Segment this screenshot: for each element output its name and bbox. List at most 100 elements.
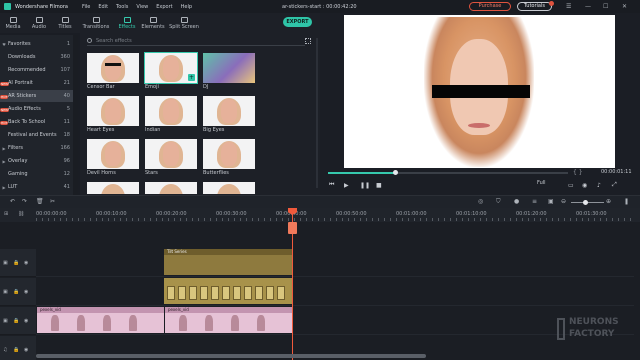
menu-file[interactable]: File xyxy=(82,4,90,10)
search-input[interactable]: Search effects xyxy=(87,36,305,46)
minimize-icon[interactable]: — xyxy=(585,3,591,10)
tab-titles[interactable]: Titles xyxy=(52,13,78,33)
lock-icon[interactable]: 🔒 xyxy=(13,289,19,295)
mark-in-out-icon[interactable]: { } xyxy=(573,169,583,176)
tab-elements[interactable]: Elements xyxy=(140,13,166,33)
menu-help[interactable]: Help xyxy=(181,4,192,10)
effect-thumb-indian[interactable] xyxy=(145,96,197,126)
sidebar-collapse-handle[interactable] xyxy=(73,35,78,195)
sidebar-item-label: Back To School xyxy=(8,119,46,125)
sidebar-item-ai-portrait[interactable]: NEW AI Portrait 21 xyxy=(0,77,73,89)
stop-icon[interactable]: ■ xyxy=(376,182,382,189)
sidebar-item-label: Audio Effects xyxy=(8,106,41,112)
expand-icon[interactable]: ⤢ xyxy=(612,181,617,189)
play-icon[interactable]: ▶ xyxy=(344,182,349,189)
preview-panel: { } 00:00:01:11 ⏮ ▶ ❚❚ ■ ▭ ◉ ♪ ⤢ Full xyxy=(320,13,640,195)
effect-thumb-stars[interactable] xyxy=(145,139,197,169)
zoom-slider-knob[interactable] xyxy=(583,200,588,205)
sidebar-item-festival-events[interactable]: Festival and Events 18 xyxy=(0,129,73,141)
effects-panel: Search effects Censor Bar + Emoji DJ Hea… xyxy=(80,33,320,195)
eye-icon[interactable]: ◉ xyxy=(24,289,28,295)
tab-audio[interactable]: Audio xyxy=(26,13,52,33)
quality-select[interactable]: Full xyxy=(537,180,546,186)
export-button[interactable]: EXPORT xyxy=(283,17,312,27)
track-lane[interactable] xyxy=(36,278,634,306)
tab-split-screen[interactable]: Split Screen xyxy=(166,13,202,33)
menu-icon[interactable]: ☰ xyxy=(566,3,571,10)
effect-clip[interactable] xyxy=(164,278,293,304)
volume-icon[interactable]: ♪ xyxy=(597,182,601,189)
render-icon[interactable]: ◎ xyxy=(478,198,483,205)
eye-icon[interactable]: ◉ xyxy=(24,260,28,266)
effect-segment xyxy=(244,286,252,300)
menu-tools[interactable]: Tools xyxy=(116,4,128,10)
mute-icon[interactable]: ◉ xyxy=(24,347,28,353)
sidebar-item-overlay[interactable]: ▶ Overlay 96 xyxy=(0,155,73,167)
sidebar-item-favorites[interactable]: ♥ Favorites 1 xyxy=(0,38,73,50)
grid-view-icon[interactable] xyxy=(305,38,311,44)
zoom-in-icon[interactable]: ⊕ xyxy=(606,198,611,205)
preview-scrubber[interactable] xyxy=(328,170,568,175)
track-lane[interactable] xyxy=(36,249,634,277)
undo-icon[interactable]: ↶ xyxy=(10,198,15,205)
effect-thumb-partial[interactable] xyxy=(87,182,139,194)
effects-scrollbar[interactable] xyxy=(316,38,318,188)
menu-export[interactable]: Export xyxy=(156,4,172,10)
tab-media[interactable]: Media xyxy=(0,13,26,33)
tab-effects[interactable]: Effects xyxy=(114,13,140,33)
effect-thumb-butterflies[interactable] xyxy=(203,139,255,169)
effect-thumb-devil-horns[interactable] xyxy=(87,139,139,169)
effect-thumb-dj[interactable] xyxy=(203,53,255,83)
sidebar-item-downloads[interactable]: Downloads 360 xyxy=(0,51,73,63)
effect-thumb-partial[interactable] xyxy=(145,182,197,194)
sidebar-item-back-to-school[interactable]: HOT Back To School 11 xyxy=(0,116,73,128)
eye-icon[interactable]: ◉ xyxy=(24,318,28,324)
sidebar-item-audio-effects[interactable]: NEW Audio Effects 5 xyxy=(0,103,73,115)
effect-label: Heart Eyes xyxy=(87,127,115,133)
add-track-icon[interactable]: ⊞ xyxy=(4,211,8,217)
title-clip[interactable]: Tilt Series xyxy=(164,249,293,275)
effect-thumb-partial[interactable] xyxy=(203,182,255,194)
maximize-icon[interactable]: ☐ xyxy=(603,3,608,10)
snapshot-icon[interactable]: ▣ xyxy=(548,198,554,205)
zoom-out-icon[interactable]: ⊖ xyxy=(561,198,566,205)
sidebar-item-recommended[interactable]: Recommended 107 xyxy=(0,64,73,76)
purchase-button[interactable]: Purchase xyxy=(469,2,511,11)
redo-icon[interactable]: ↷ xyxy=(22,198,27,205)
timeline-ruler[interactable]: ⊞ ⛓ 00:00:00:00 00:00:10:00 00:00:20:00 … xyxy=(0,208,640,222)
marker-icon[interactable]: ⛉ xyxy=(496,198,501,206)
sidebar-item-ar-stickers[interactable]: HOT AR Stickers 40 xyxy=(0,90,73,102)
mic-icon[interactable]: ● xyxy=(514,198,519,205)
sidebar-item-gaming[interactable]: Gaming 12 xyxy=(0,168,73,180)
lock-icon[interactable]: 🔒 xyxy=(13,260,19,266)
lock-icon[interactable]: 🔒 xyxy=(13,318,19,324)
sidebar-item-count: 107 xyxy=(60,67,70,73)
effect-thumb-heart-eyes[interactable] xyxy=(87,96,139,126)
sidebar-item-filters[interactable]: ▶ Filters 166 xyxy=(0,142,73,154)
scrubber-knob[interactable] xyxy=(393,170,399,175)
tab-transitions[interactable]: Transitions xyxy=(78,13,114,33)
video-clip-1[interactable]: pexels_vid xyxy=(37,307,164,333)
tutorials-button[interactable]: Tutorials xyxy=(517,2,552,11)
menu-edit[interactable]: Edit xyxy=(98,4,108,10)
cut-icon[interactable]: ✂ xyxy=(50,198,55,205)
delete-icon[interactable]: 🗑 xyxy=(36,198,44,205)
menu-view[interactable]: View xyxy=(136,4,148,10)
add-effect-icon[interactable]: + xyxy=(188,74,195,81)
snapshot-icon[interactable]: ◉ xyxy=(582,182,587,189)
video-clip-2[interactable]: pexels_vid xyxy=(165,307,293,333)
close-icon[interactable]: ✕ xyxy=(622,3,627,10)
effect-thumb-big-eyes[interactable] xyxy=(203,96,255,126)
fullscreen-icon[interactable]: ▭ xyxy=(568,182,574,189)
sidebar-item-lut[interactable]: ▶ LUT 41 xyxy=(0,181,73,193)
pause-timeline-icon[interactable]: ❚ xyxy=(624,198,629,205)
timeline-scrollbar[interactable] xyxy=(36,354,426,358)
prev-frame-icon[interactable]: ⏮ xyxy=(329,181,334,189)
effect-label: Butterflies xyxy=(203,170,229,176)
link-icon[interactable]: ⛓ xyxy=(18,211,24,217)
audio-mixer-icon[interactable]: ≡ xyxy=(532,198,537,205)
playhead-flag[interactable] xyxy=(288,222,297,234)
lock-icon[interactable]: 🔒 xyxy=(13,347,19,353)
pause-icon[interactable]: ❚❚ xyxy=(360,182,370,189)
effect-thumb-censor-bar[interactable] xyxy=(87,53,139,83)
